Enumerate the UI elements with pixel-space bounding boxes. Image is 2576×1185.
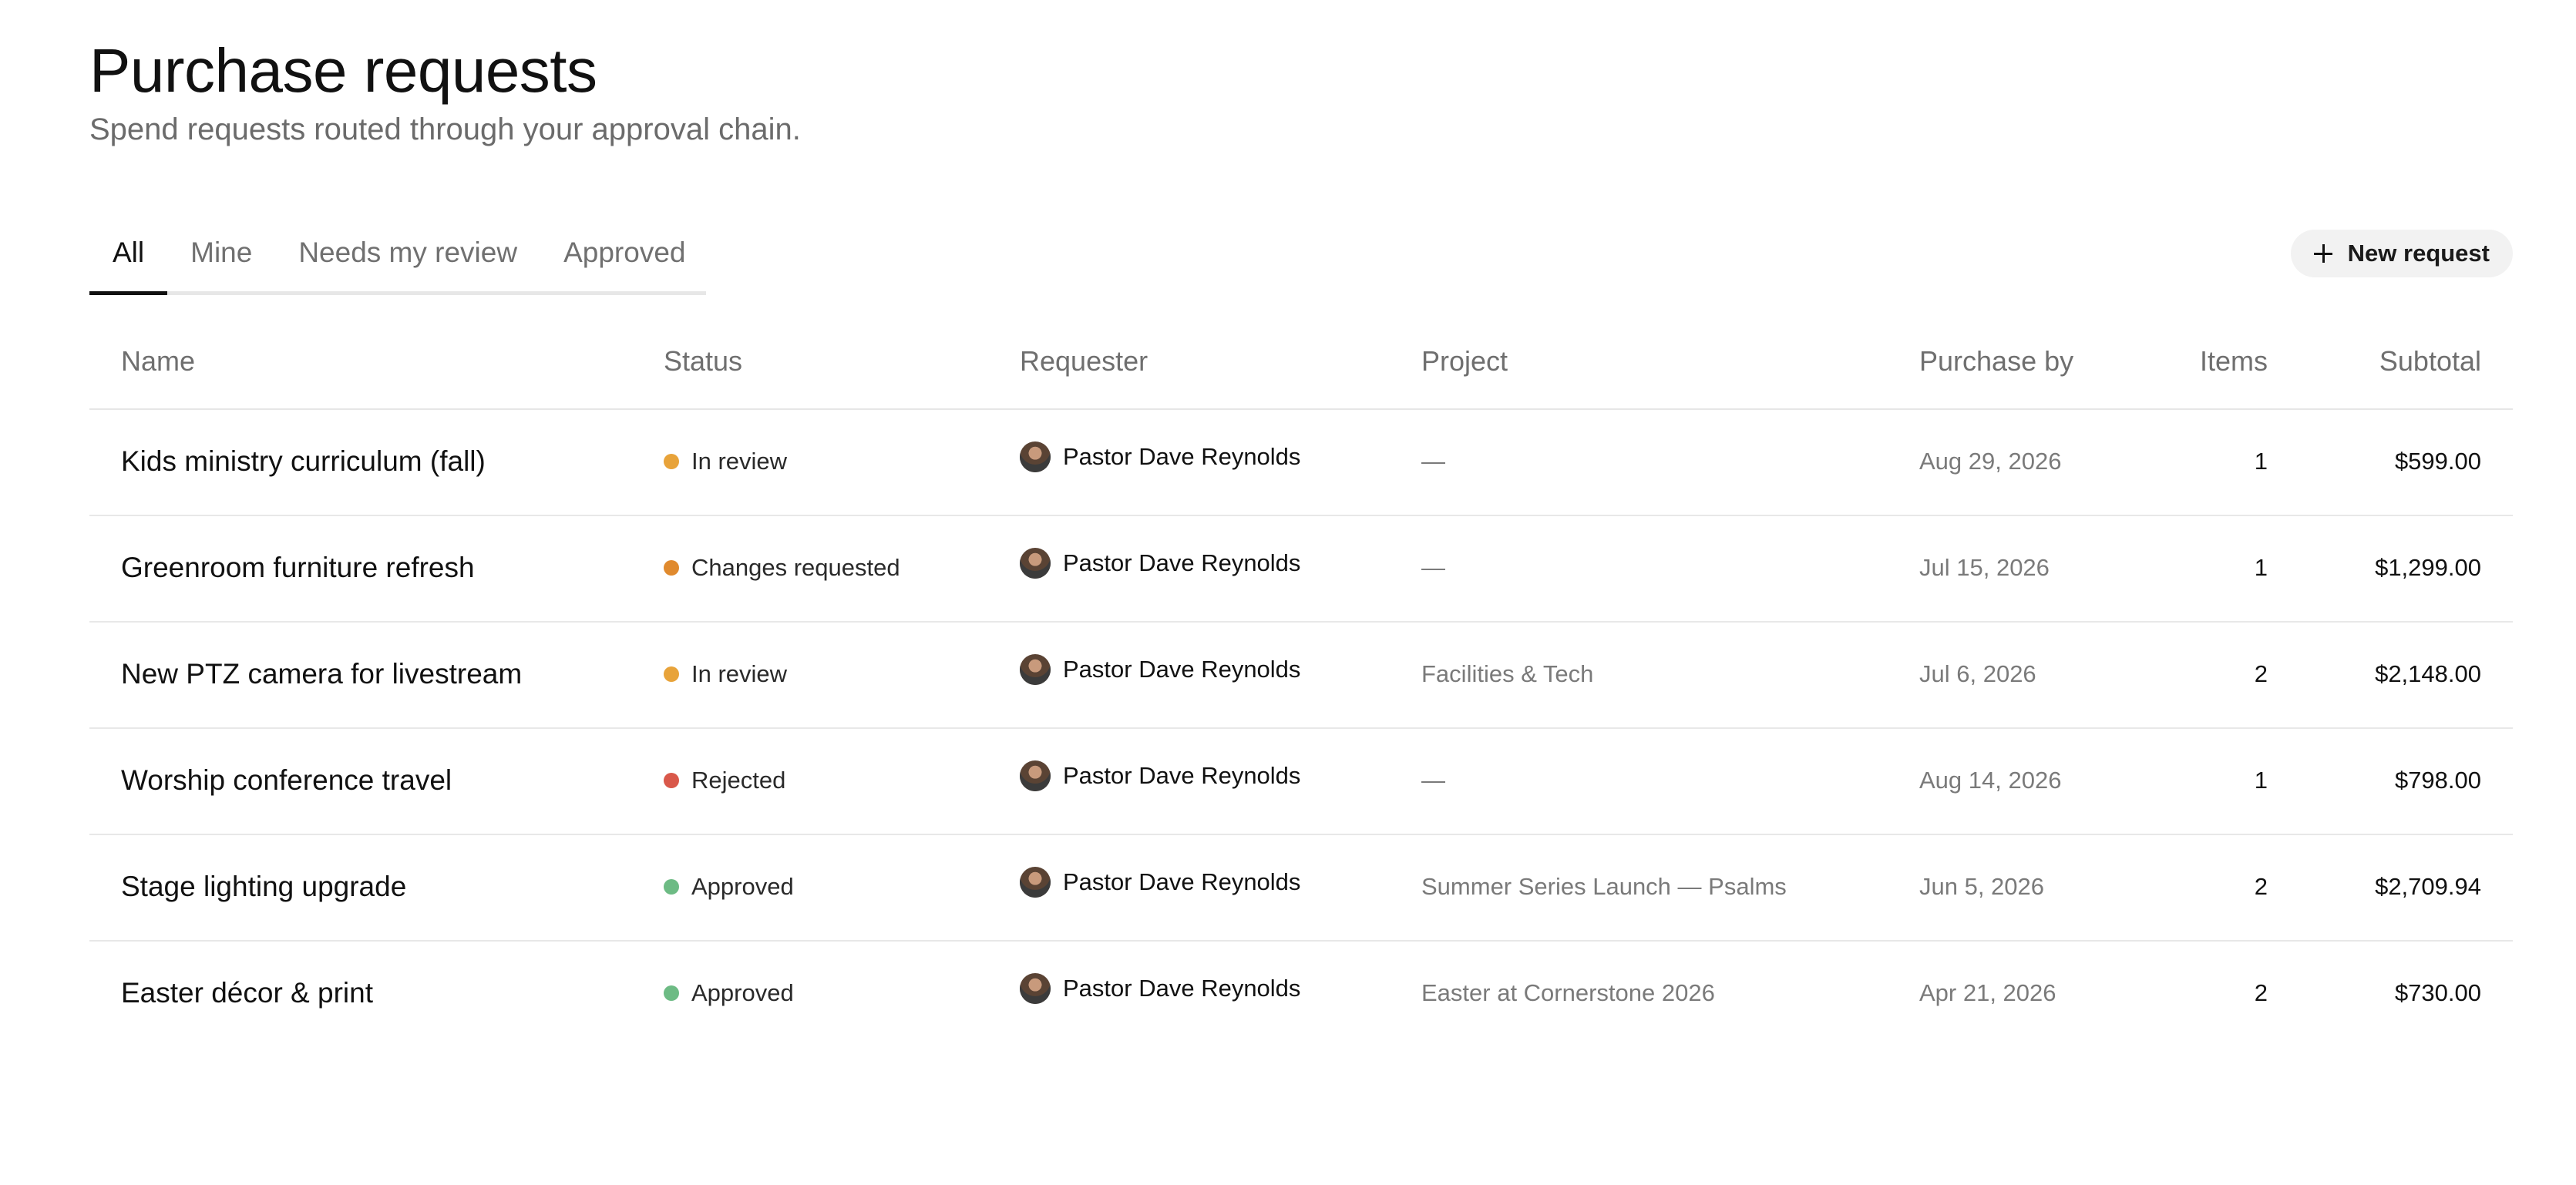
status-badge: Changes requested — [664, 549, 900, 587]
avatar — [1020, 548, 1051, 579]
request-name: Easter décor & print — [121, 977, 373, 1009]
table-row[interactable]: Stage lighting upgrade Approved Pastor D… — [89, 835, 2513, 942]
requester: Pastor Dave Reynolds — [1020, 969, 1300, 1008]
status-badge: Rejected — [664, 761, 785, 800]
status-dot-icon — [664, 666, 679, 682]
status-dot-icon — [664, 985, 679, 1001]
new-request-button[interactable]: New request — [2290, 230, 2513, 277]
request-name: New PTZ camera for livestream — [121, 658, 523, 690]
table-row[interactable]: New PTZ camera for livestream In review … — [89, 623, 2513, 729]
status-dot-icon — [664, 560, 679, 576]
requester: Pastor Dave Reynolds — [1020, 863, 1300, 901]
tab-mine[interactable]: Mine — [167, 223, 275, 291]
status-label: Changes requested — [691, 554, 900, 581]
requester-name: Pastor Dave Reynolds — [1063, 656, 1301, 683]
status-label: In review — [691, 660, 788, 687]
project: Facilities & Tech — [1421, 660, 1594, 687]
status-label: In review — [691, 448, 788, 475]
requester-name: Pastor Dave Reynolds — [1063, 975, 1301, 1002]
table-row[interactable]: Easter décor & print Approved Pastor Dav… — [89, 942, 2513, 1046]
subtotal: $730.00 — [2394, 979, 2481, 1006]
new-request-label: New request — [2347, 240, 2490, 267]
requester: Pastor Dave Reynolds — [1020, 544, 1300, 582]
column-header-name[interactable]: Name — [121, 342, 195, 381]
project: — — [1421, 448, 1445, 475]
subtotal: $1,299.00 — [2375, 554, 2481, 581]
purchase-by-date: Aug 14, 2026 — [1919, 767, 2062, 794]
status-label: Approved — [691, 873, 794, 900]
avatar — [1020, 973, 1051, 1004]
column-header-status[interactable]: Status — [664, 342, 742, 381]
requester-name: Pastor Dave Reynolds — [1063, 762, 1301, 789]
requester: Pastor Dave Reynolds — [1020, 438, 1300, 476]
project: — — [1421, 554, 1445, 581]
requester: Pastor Dave Reynolds — [1020, 650, 1300, 689]
tab-all[interactable]: All — [89, 223, 168, 295]
table-row[interactable]: Greenroom furniture refresh Changes requ… — [89, 516, 2513, 623]
avatar — [1020, 760, 1051, 791]
status-label: Approved — [691, 979, 794, 1006]
purchase-by-date: Jul 15, 2026 — [1919, 554, 2050, 581]
status-label: Rejected — [691, 767, 786, 794]
column-header-project[interactable]: Project — [1421, 342, 1508, 381]
requester: Pastor Dave Reynolds — [1020, 757, 1300, 795]
subtotal: $2,148.00 — [2375, 660, 2481, 687]
requester-name: Pastor Dave Reynolds — [1063, 868, 1301, 895]
subtotal: $599.00 — [2394, 448, 2481, 475]
page-title: Purchase requests — [89, 36, 597, 105]
avatar — [1020, 441, 1051, 472]
status-badge: Approved — [664, 974, 794, 1012]
item-count: 1 — [2254, 448, 2268, 475]
table-row[interactable]: Worship conference travel Rejected Pasto… — [89, 729, 2513, 835]
plus-icon — [2313, 244, 2332, 263]
request-name: Kids ministry curriculum (fall) — [121, 445, 486, 477]
item-count: 1 — [2254, 767, 2268, 794]
status-badge: In review — [664, 655, 787, 693]
item-count: 1 — [2254, 554, 2268, 581]
subtotal: $2,709.94 — [2375, 873, 2481, 900]
avatar — [1020, 654, 1051, 685]
table-row[interactable]: Kids ministry curriculum (fall) In revie… — [89, 410, 2513, 516]
item-count: 2 — [2254, 873, 2268, 900]
item-count: 2 — [2254, 660, 2268, 687]
tab-needs-my-review[interactable]: Needs my review — [275, 223, 540, 291]
status-dot-icon — [664, 454, 679, 469]
requester-name: Pastor Dave Reynolds — [1063, 549, 1301, 576]
column-header-items[interactable]: Items — [2200, 342, 2268, 381]
avatar — [1020, 867, 1051, 898]
tab-approved[interactable]: Approved — [540, 223, 708, 291]
column-header-subtotal[interactable]: Subtotal — [2379, 342, 2481, 381]
project: — — [1421, 767, 1445, 794]
purchase-requests-table: Name Status Requester Project Purchase b… — [89, 319, 2513, 1046]
table-header: Name Status Requester Project Purchase b… — [89, 319, 2513, 410]
item-count: 2 — [2254, 979, 2268, 1006]
purchase-by-date: Apr 21, 2026 — [1919, 979, 2056, 1006]
status-dot-icon — [664, 773, 679, 788]
request-name: Worship conference travel — [121, 764, 452, 796]
status-dot-icon — [664, 879, 679, 895]
project: Easter at Cornerstone 2026 — [1421, 979, 1715, 1006]
purchase-by-date: Jun 5, 2026 — [1919, 873, 2045, 900]
status-badge: Approved — [664, 868, 794, 906]
purchase-by-date: Jul 6, 2026 — [1919, 660, 2036, 687]
request-name: Greenroom furniture refresh — [121, 552, 475, 583]
project: Summer Series Launch — Psalms — [1421, 873, 1787, 900]
page-subtitle: Spend requests routed through your appro… — [89, 112, 801, 146]
request-name: Stage lighting upgrade — [121, 871, 407, 902]
column-header-purchase-by[interactable]: Purchase by — [1919, 342, 2073, 381]
subtotal: $798.00 — [2394, 767, 2481, 794]
status-badge: In review — [664, 442, 787, 481]
requester-name: Pastor Dave Reynolds — [1063, 443, 1301, 470]
column-header-requester[interactable]: Requester — [1020, 342, 1148, 381]
filter-tabs: All Mine Needs my review Approved — [89, 223, 706, 295]
purchase-by-date: Aug 29, 2026 — [1919, 448, 2062, 475]
